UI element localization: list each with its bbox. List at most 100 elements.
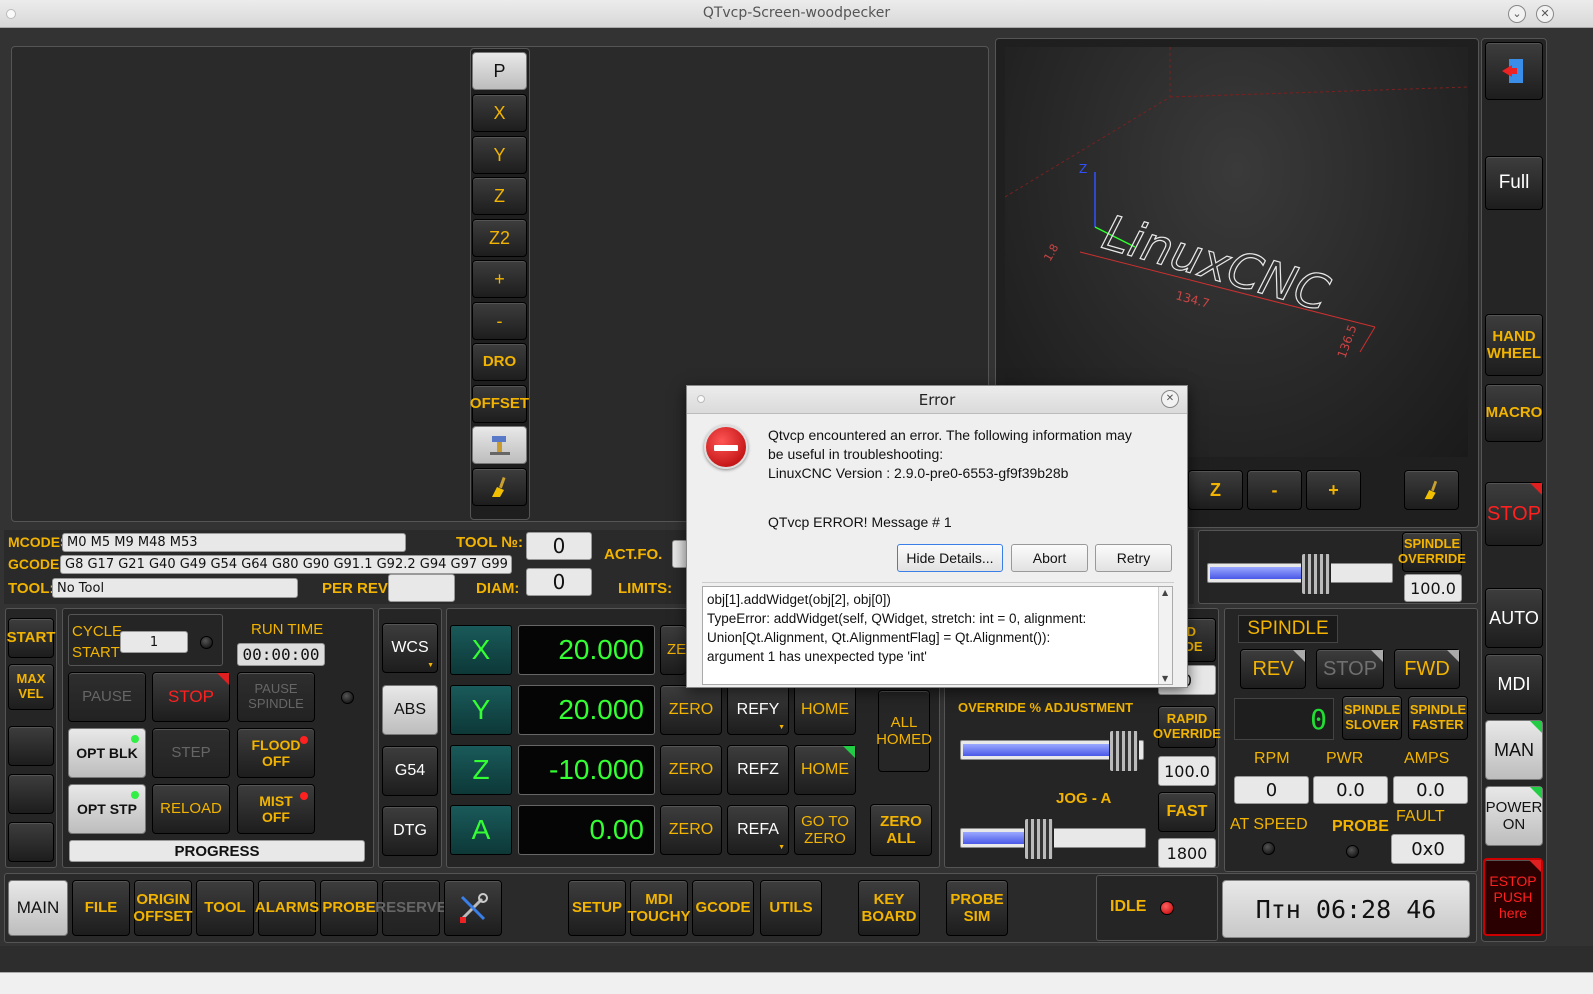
blank-button-2[interactable] xyxy=(8,774,54,814)
quick-btn-p[interactable]: P xyxy=(472,52,527,90)
zero-z-button[interactable]: ZERO xyxy=(660,745,722,795)
quick-btn-y[interactable]: Y xyxy=(472,136,527,174)
spindle-stop-button[interactable]: STOP xyxy=(1316,649,1384,689)
zero-x-button[interactable]: ZE xyxy=(660,625,686,675)
preview-clear-icon[interactable] xyxy=(1404,470,1459,510)
estop-button[interactable]: ESTOP PUSH here xyxy=(1483,858,1543,936)
step-button[interactable]: STEP xyxy=(152,728,230,778)
spindle-faster-button[interactable]: SPINDLE FASTER xyxy=(1408,696,1468,740)
key-board-button[interactable]: KEY BOARD xyxy=(858,880,920,936)
clear-broom-icon[interactable] xyxy=(472,468,527,506)
dro-z[interactable]: -10.000 xyxy=(518,745,655,795)
quick-btn-dro[interactable]: DRO xyxy=(472,343,527,381)
stop-button[interactable]: STOP xyxy=(1485,482,1543,546)
g54-button[interactable]: G54 xyxy=(382,746,438,796)
tab-settings-icon[interactable] xyxy=(444,880,502,936)
exit-icon[interactable] xyxy=(1485,42,1543,100)
dialog-close-icon[interactable]: ✕ xyxy=(1161,390,1179,408)
tool-setter-icon[interactable] xyxy=(472,426,527,464)
manual-mode-button[interactable]: MAN xyxy=(1485,720,1543,780)
opt-stp-button[interactable]: OPT STP xyxy=(68,784,146,834)
axis-y-label[interactable]: Y xyxy=(450,685,512,735)
rapid-override-slider[interactable] xyxy=(960,730,1144,772)
dro-x[interactable]: 20.000 xyxy=(518,625,655,675)
spindle-rev-button[interactable]: REV xyxy=(1240,649,1306,689)
abort-button[interactable]: Abort xyxy=(1011,544,1088,572)
tab-probe[interactable]: PROBE xyxy=(320,880,378,936)
preview-zoom-out[interactable]: - xyxy=(1247,470,1302,510)
retry-button[interactable]: Retry xyxy=(1095,544,1172,572)
mdi-mode-button[interactable]: MDI xyxy=(1485,654,1543,714)
spindle-override-slider[interactable] xyxy=(1207,553,1393,595)
quick-btn-x[interactable]: X xyxy=(472,94,527,132)
zero-y-button[interactable]: ZERO xyxy=(660,685,722,735)
axis-z-label[interactable]: Z xyxy=(450,745,512,795)
mist-off-button[interactable]: MIST OFF xyxy=(237,784,315,834)
cycle-count-field[interactable]: 1 xyxy=(120,631,188,653)
dro-y[interactable]: 20.000 xyxy=(518,685,655,735)
dialog-menu-icon[interactable] xyxy=(697,395,705,403)
zero-all-button[interactable]: ZERO ALL xyxy=(870,804,932,856)
tab-alarms[interactable]: ALARMS xyxy=(255,880,319,936)
blank-button-1[interactable] xyxy=(8,726,54,766)
tab-setup[interactable]: SETUP xyxy=(568,880,626,936)
dtg-button[interactable]: DTG xyxy=(382,806,438,856)
tab-gcode[interactable]: GCODE xyxy=(692,880,754,936)
close-window-icon[interactable]: ✕ xyxy=(1536,5,1554,23)
home-z-button[interactable]: HOME xyxy=(794,745,856,795)
axis-a-label[interactable]: A xyxy=(450,805,512,855)
tab-utils[interactable]: UTILS xyxy=(760,880,822,936)
go-to-zero-button[interactable]: GO TO ZERO xyxy=(794,805,856,855)
rapid-slider-handle[interactable] xyxy=(1109,730,1139,772)
tab-main[interactable]: MAIN xyxy=(8,880,68,936)
jog-slider-handle[interactable] xyxy=(1024,818,1054,860)
home-y-button[interactable]: HOME xyxy=(794,685,856,735)
details-textarea[interactable]: obj[1].addWidget(obj[2], obj[0]) TypeErr… xyxy=(702,586,1173,685)
fast-button[interactable]: FAST xyxy=(1158,792,1216,832)
spindle-fwd-button[interactable]: FWD xyxy=(1394,649,1460,689)
opt-blk-button[interactable]: OPT BLK xyxy=(68,728,146,778)
macro-button[interactable]: MACRO xyxy=(1485,384,1543,442)
blank-button-3[interactable] xyxy=(8,822,54,862)
spindle-override-button[interactable]: SPINDLE OVERRIDE xyxy=(1398,532,1466,572)
pause-button[interactable]: PAUSE xyxy=(68,672,146,722)
quick-btn-z[interactable]: Z xyxy=(472,177,527,215)
preview-zoom-in[interactable]: + xyxy=(1306,470,1361,510)
start-button[interactable]: START xyxy=(7,618,55,658)
power-on-button[interactable]: POWER ON xyxy=(1485,786,1543,846)
quick-btn-plus[interactable]: + xyxy=(472,260,527,298)
ref-a-button[interactable]: REFA ▼ xyxy=(727,805,789,855)
details-scrollbar[interactable]: ▲ ▼ xyxy=(1158,587,1172,684)
preview-zoom-z[interactable]: Z xyxy=(1188,470,1243,510)
max-vel-button[interactable]: MAX VEL xyxy=(8,664,54,710)
tab-tool[interactable]: TOOL xyxy=(196,880,254,936)
tab-origin-offset[interactable]: ORIGIN OFFSET xyxy=(133,880,193,936)
minimize-icon[interactable]: ⌄ xyxy=(1508,5,1526,23)
program-stop-button[interactable]: STOP xyxy=(152,672,230,722)
zero-a-button[interactable]: ZERO xyxy=(660,805,722,855)
abs-button[interactable]: ABS xyxy=(382,685,438,735)
probe-sim-button[interactable]: PROBE SIM xyxy=(946,880,1008,936)
tab-file[interactable]: FILE xyxy=(72,880,130,936)
tab-reserve[interactable]: RESERVE xyxy=(375,880,447,936)
quick-btn-offset[interactable]: OFFSET xyxy=(470,385,529,423)
flood-off-button[interactable]: FLOOD OFF xyxy=(237,728,315,778)
ref-y-button[interactable]: REFY ▼ xyxy=(727,685,789,735)
rapid-override-button[interactable]: RAPID OVERRIDE xyxy=(1153,706,1221,748)
reload-button[interactable]: RELOAD xyxy=(152,784,230,834)
jog-speed-slider[interactable] xyxy=(960,818,1146,860)
quick-btn-minus[interactable]: - xyxy=(472,302,527,340)
pause-spindle-button[interactable]: PAUSE SPINDLE xyxy=(237,672,315,722)
wcs-button[interactable]: WCS ▼ xyxy=(382,623,438,673)
spindle-slower-button[interactable]: SPINDLE SLOVER xyxy=(1342,696,1402,740)
ref-z-button[interactable]: REFZ xyxy=(727,745,789,795)
tab-mdi-touchy[interactable]: MDI TOUCHY xyxy=(627,880,691,936)
hand-wheel-button[interactable]: HAND WHEEL xyxy=(1485,314,1543,376)
axis-x-label[interactable]: X xyxy=(450,625,512,675)
hide-details-button[interactable]: Hide Details... xyxy=(897,544,1003,572)
auto-mode-button[interactable]: AUTO xyxy=(1485,588,1543,648)
dro-a[interactable]: 0.00 xyxy=(518,805,655,855)
quick-btn-z2[interactable]: Z2 xyxy=(472,219,527,257)
full-button[interactable]: Full xyxy=(1485,156,1543,210)
spindle-slider-handle[interactable] xyxy=(1301,553,1331,595)
